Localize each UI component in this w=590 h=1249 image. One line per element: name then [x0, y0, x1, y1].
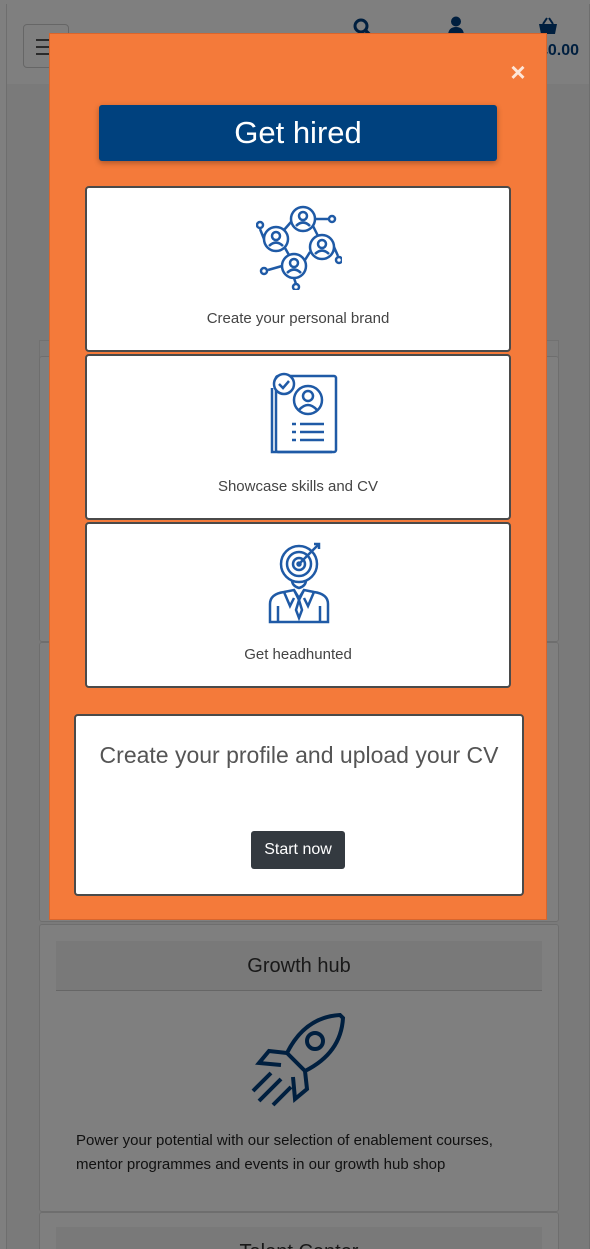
feature-label: Showcase skills and CV	[217, 478, 379, 495]
feature-label: Create your personal brand	[206, 310, 390, 327]
cta-title: Create your profile and upload your CV	[99, 742, 499, 768]
close-icon[interactable]: ×	[506, 59, 530, 85]
create-profile-panel: Create your profile and upload your CV S…	[74, 714, 524, 896]
target-person-icon	[268, 542, 330, 624]
feature-personal-brand: Create your personal brand	[85, 186, 511, 352]
start-now-button[interactable]: Start now	[251, 831, 345, 869]
feature-label: Get headhunted	[244, 646, 352, 663]
feature-headhunted: Get headhunted	[85, 522, 511, 688]
feature-showcase-cv: Showcase skills and CV	[85, 354, 511, 520]
cv-document-icon	[270, 372, 338, 454]
get-hired-modal: × Get hired Create your personal brand S…	[49, 33, 547, 920]
get-hired-title: Get hired	[99, 105, 497, 161]
network-people-icon	[256, 205, 342, 290]
